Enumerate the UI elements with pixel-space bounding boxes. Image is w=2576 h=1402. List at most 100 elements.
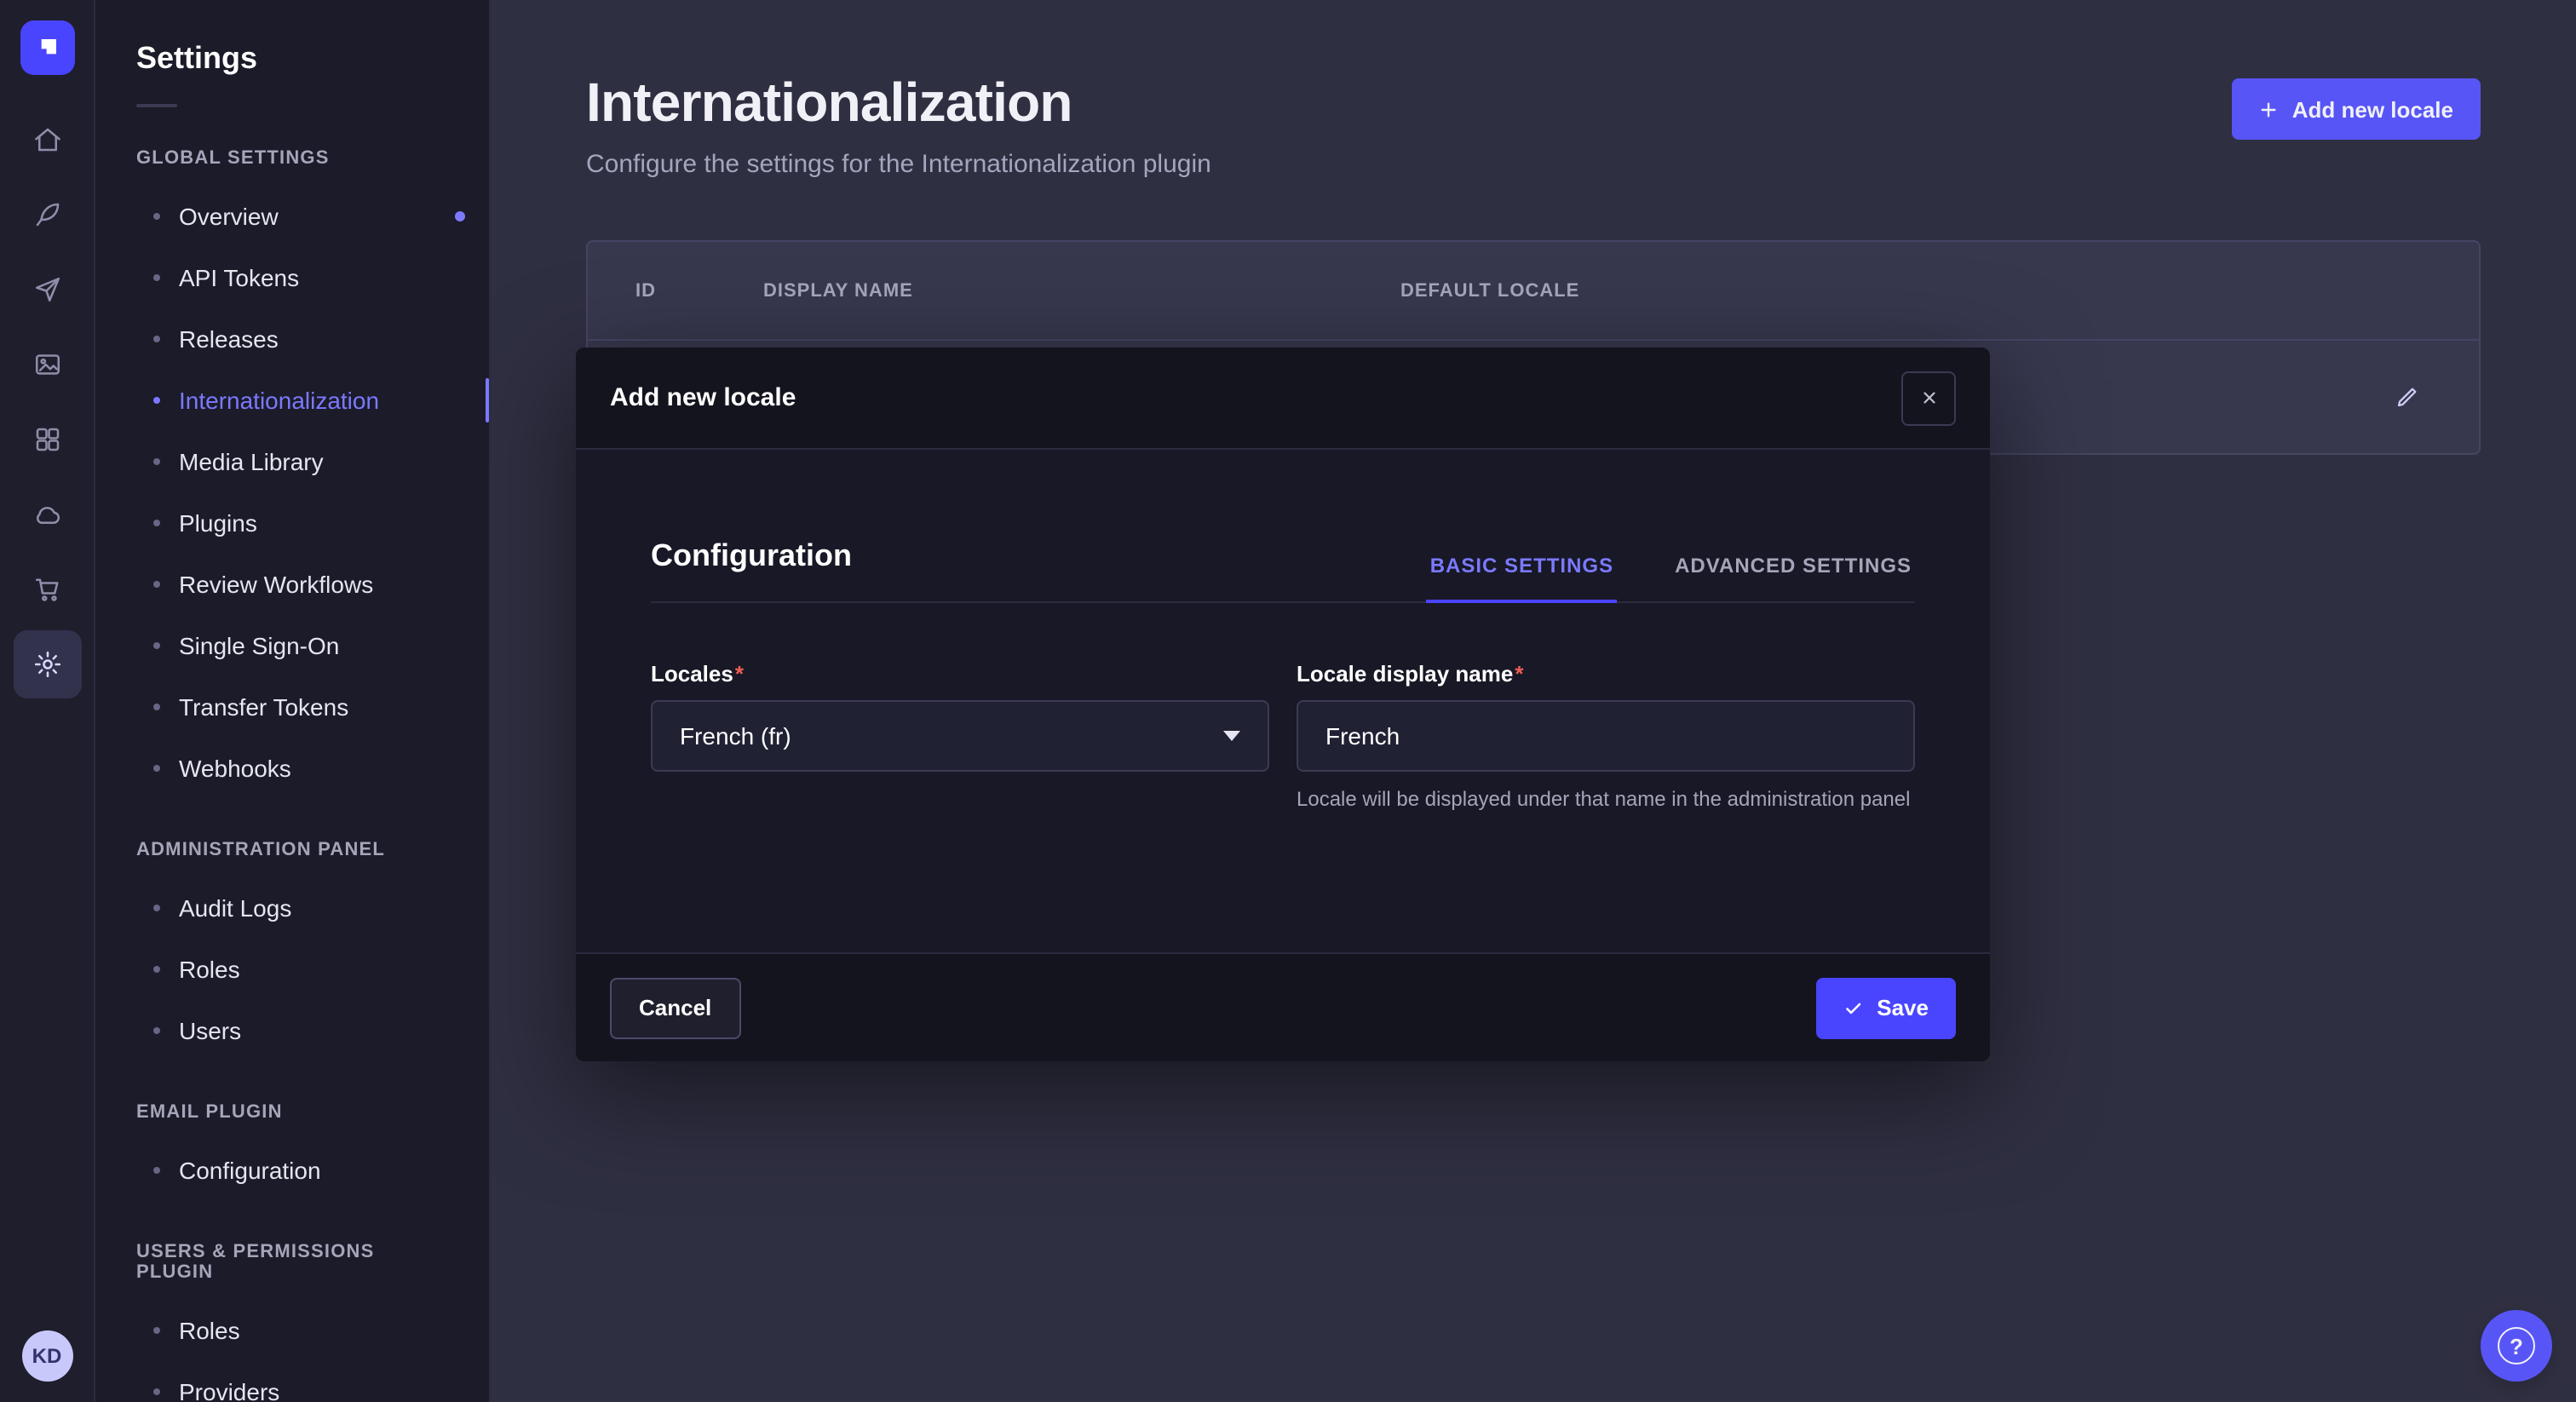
sidebar-item-review-workflows[interactable]: Review Workflows (95, 554, 489, 615)
bullet-icon (153, 765, 160, 772)
home-icon (32, 124, 62, 155)
sidebar-item-providers[interactable]: Providers (95, 1361, 489, 1402)
modal-title: Add new locale (610, 383, 796, 412)
tab-advanced-settings[interactable]: ADVANCED SETTINGS (1671, 554, 1915, 601)
bullet-icon (153, 905, 160, 911)
nav-section-global-settings: GLOBAL SETTINGS (95, 107, 489, 186)
display-name-field: Locale display name* Locale will be disp… (1297, 661, 1915, 814)
rail-item-marketplace[interactable] (13, 555, 81, 623)
sidebar-item-label: Releases (179, 325, 279, 353)
sidebar-item-label: Media Library (179, 448, 324, 475)
locales-field-label: Locales* (651, 661, 1269, 687)
gear-icon (32, 649, 62, 680)
sidebar-item-label: Roles (179, 956, 240, 983)
rail-item-home[interactable] (13, 106, 81, 174)
sidebar-item-single-sign-on[interactable]: Single Sign-On (95, 615, 489, 676)
modal-footer: Cancel Save (576, 952, 1990, 1061)
bullet-icon (153, 1167, 160, 1174)
main-nav-rail: KD (0, 0, 95, 1402)
nav-section-administration-panel: ADMINISTRATION PANEL (95, 799, 489, 877)
modal-body: Configuration BASIC SETTINGS ADVANCED SE… (576, 450, 1990, 952)
required-asterisk: * (735, 661, 744, 687)
locales-label-text: Locales (651, 661, 733, 687)
display-name-input[interactable] (1297, 700, 1915, 772)
sidebar-item-label: Configuration (179, 1157, 321, 1184)
main-content: Internationalization Configure the setti… (491, 0, 2576, 1402)
modal-header: Add new locale (576, 348, 1990, 450)
sidebar-item-label: Overview (179, 203, 279, 230)
sidebar-item-label: Users (179, 1017, 241, 1044)
bullet-icon (153, 397, 160, 404)
bullet-icon (153, 213, 160, 220)
feather-pen-icon (32, 199, 62, 230)
sidebar-item-transfer-tokens[interactable]: Transfer Tokens (95, 676, 489, 738)
rail-item-content-type-builder[interactable] (13, 405, 81, 474)
tab-basic-settings[interactable]: BASIC SETTINGS (1427, 554, 1617, 601)
active-item-indicator (486, 378, 489, 422)
save-button[interactable]: Save (1815, 977, 1956, 1038)
save-button-label: Save (1877, 995, 1929, 1020)
sidebar-item-label: Providers (179, 1378, 279, 1402)
sidebar-item-media-library[interactable]: Media Library (95, 431, 489, 492)
chevron-down-icon (1223, 731, 1240, 741)
locales-field: Locales* French (fr) (651, 661, 1269, 814)
paper-plane-icon (32, 274, 62, 305)
required-asterisk: * (1515, 661, 1523, 687)
check-icon (1843, 997, 1863, 1018)
sidebar-item-label: Roles (179, 1317, 240, 1344)
sidebar-item-label: Webhooks (179, 755, 291, 782)
sidebar-item-label: Plugins (179, 509, 257, 537)
sidebar-item-label: Transfer Tokens (179, 693, 348, 721)
bullet-icon (153, 642, 160, 649)
notification-dot-icon (455, 211, 465, 221)
rail-item-releases[interactable] (13, 256, 81, 324)
strapi-logo[interactable] (20, 20, 74, 75)
sidebar-item-overview[interactable]: Overview (95, 186, 489, 247)
cancel-button[interactable]: Cancel (610, 977, 740, 1038)
locales-select[interactable]: French (fr) (651, 700, 1269, 772)
bullet-icon (153, 1327, 160, 1334)
bullet-icon (153, 336, 160, 342)
modal-close-button[interactable] (1901, 371, 1956, 425)
rail-item-content-manager[interactable] (13, 181, 81, 249)
add-new-locale-modal: Add new locale Configuration BASIC SETTI… (576, 348, 1990, 1061)
grid-layout-icon (32, 424, 62, 455)
user-avatar[interactable]: KD (21, 1330, 72, 1382)
sidebar-item-api-tokens[interactable]: API Tokens (95, 247, 489, 308)
modal-tabs: BASIC SETTINGS ADVANCED SETTINGS (1427, 554, 1915, 601)
bullet-icon (153, 1388, 160, 1395)
bullet-icon (153, 704, 160, 710)
close-icon (1919, 388, 1938, 407)
cloud-icon (32, 499, 62, 530)
sidebar-item-label: Audit Logs (179, 894, 291, 922)
bullet-icon (153, 966, 160, 973)
sidebar-item-users[interactable]: Users (95, 1000, 489, 1061)
bullet-icon (153, 1027, 160, 1034)
sidebar-title: Settings (95, 41, 489, 77)
sidebar-item-audit-logs[interactable]: Audit Logs (95, 877, 489, 939)
sidebar-item-up-roles[interactable]: Roles (95, 1300, 489, 1361)
rail-item-media-library[interactable] (13, 330, 81, 399)
shopping-cart-icon (32, 574, 62, 605)
bullet-icon (153, 581, 160, 588)
rail-item-settings[interactable] (13, 630, 81, 698)
sidebar-item-internationalization[interactable]: Internationalization (95, 370, 489, 431)
locale-form: Locales* French (fr) Locale display name… (651, 661, 1915, 814)
sidebar-item-email-configuration[interactable]: Configuration (95, 1140, 489, 1201)
bullet-icon (153, 458, 160, 465)
bullet-icon (153, 520, 160, 526)
bullet-icon (153, 274, 160, 281)
nav-section-email-plugin: EMAIL PLUGIN (95, 1061, 489, 1140)
sidebar-item-admin-roles[interactable]: Roles (95, 939, 489, 1000)
settings-sidebar: Settings GLOBAL SETTINGS Overview API To… (95, 0, 491, 1402)
sidebar-item-releases[interactable]: Releases (95, 308, 489, 370)
locales-select-value: French (fr) (680, 722, 791, 750)
rail-item-cloud[interactable] (13, 480, 81, 549)
app-window: KD Settings GLOBAL SETTINGS Overview API… (0, 0, 2576, 1402)
sidebar-item-plugins[interactable]: Plugins (95, 492, 489, 554)
sidebar-item-label: Review Workflows (179, 571, 373, 598)
sidebar-item-label: API Tokens (179, 264, 299, 291)
sidebar-item-label: Internationalization (179, 387, 379, 414)
strapi-logo-icon (33, 34, 60, 61)
sidebar-item-webhooks[interactable]: Webhooks (95, 738, 489, 799)
